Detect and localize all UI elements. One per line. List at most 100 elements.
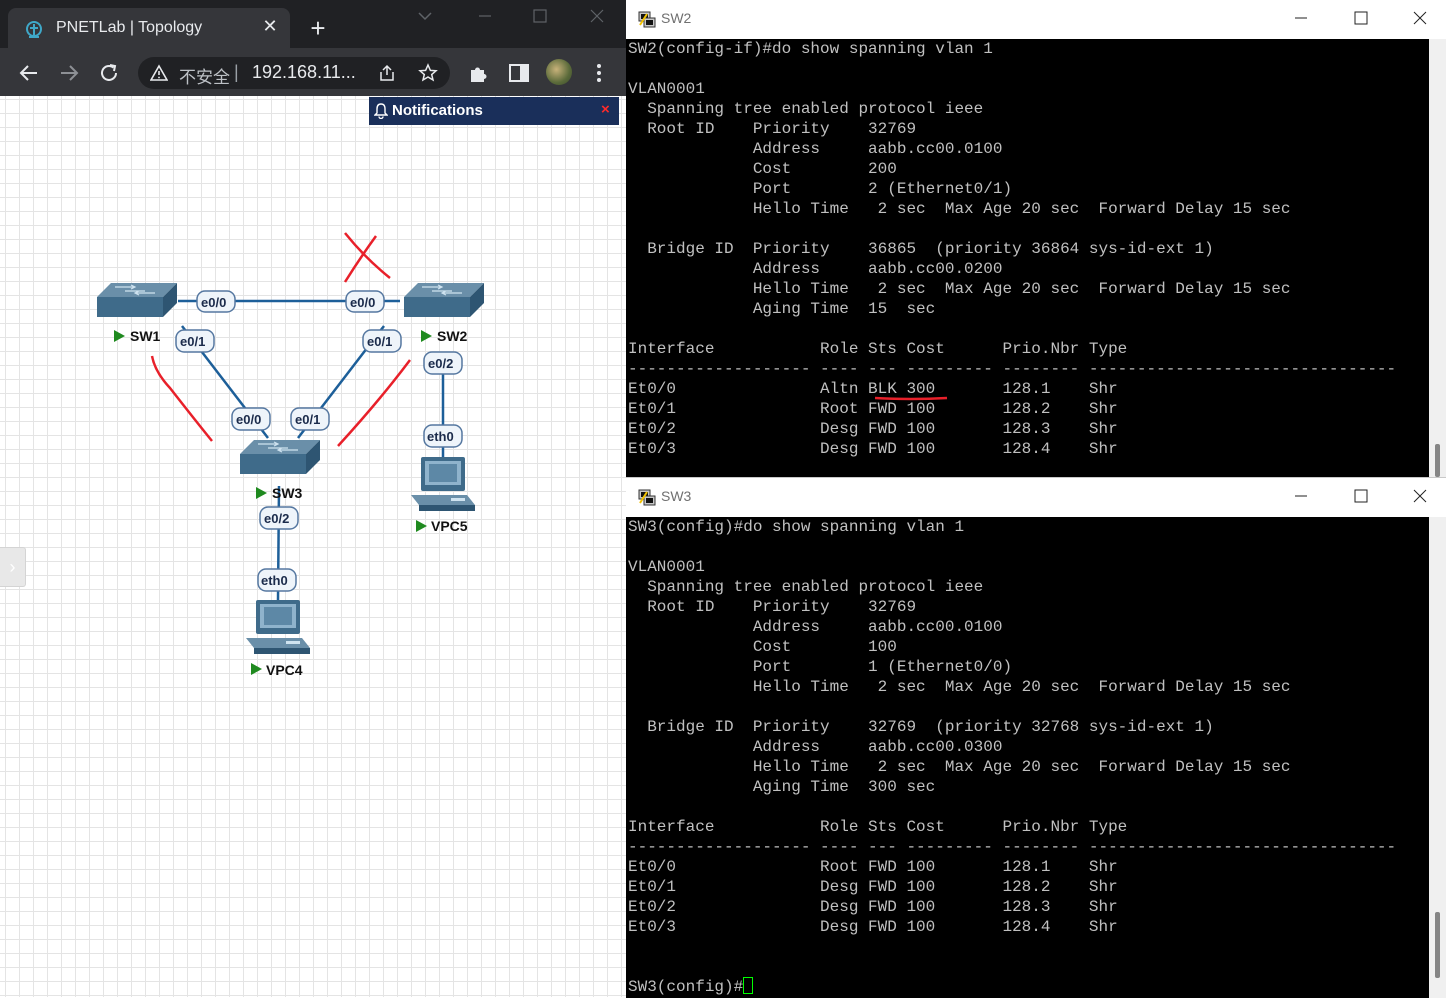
- terminal-line: Address aabb.cc00.0300: [628, 738, 1003, 756]
- terminal-line: ------------------- ---- --- --------- -…: [628, 838, 1397, 856]
- port-label-sw3-e01: e0/1: [295, 412, 320, 427]
- terminal-line: Hello Time 2 sec Max Age 20 sec Forward …: [628, 280, 1291, 298]
- notifications-title: Notifications: [392, 102, 483, 119]
- red-underline-annotation: [874, 396, 948, 401]
- terminal-line: Bridge ID Priority 32769 (priority 32768…: [628, 718, 1214, 736]
- terminal-text: SW2(config-if)#do show spanning vlan 1 V…: [628, 39, 1396, 459]
- putty-terminal-icon[interactable]: [638, 10, 656, 28]
- terminal-line: Address aabb.cc00.0100: [628, 618, 1003, 636]
- terminal-line: Et0/0 Altn BLK 300 128.1 Shr: [628, 380, 1118, 398]
- terminal-scrollbar[interactable]: [1429, 517, 1446, 998]
- terminal-line: Et0/2 Desg FWD 100 128.3 Shr: [628, 898, 1118, 916]
- running-status-icon: [421, 330, 432, 342]
- notifications-close-icon[interactable]: ×: [601, 101, 610, 118]
- terminal-title: SW3: [661, 488, 692, 504]
- putty-terminal-icon[interactable]: [638, 488, 656, 506]
- terminal-title: SW2: [661, 10, 692, 26]
- terminal-line: Spanning tree enabled protocol ieee: [628, 578, 984, 596]
- terminal-line: ------------------- ---- --- --------- -…: [628, 360, 1397, 378]
- scrollbar-thumb[interactable]: [1435, 444, 1440, 477]
- terminal-line: Et0/1 Desg FWD 100 128.2 Shr: [628, 878, 1118, 896]
- running-status-icon: [251, 663, 262, 675]
- pc-vpc5-icon[interactable]: [411, 457, 475, 511]
- port-label-sw3-e02: e0/2: [264, 511, 289, 526]
- running-status-icon: [256, 487, 267, 499]
- running-status-icon: [114, 330, 125, 342]
- node-label-sw2[interactable]: SW2: [437, 328, 468, 344]
- browser-window: PNETLab | Topology ✕ + 不安全 | 192.168.11.…: [0, 0, 626, 997]
- node-label-sw3[interactable]: SW3: [272, 485, 303, 501]
- terminal-line: Et0/2 Desg FWD 100 128.3 Shr: [628, 420, 1118, 438]
- port-label-sw2-e01: e0/1: [367, 334, 392, 349]
- terminal-line: VLAN0001: [628, 80, 705, 98]
- maximize-icon[interactable]: [1353, 10, 1369, 26]
- terminal-line: Root ID Priority 32769: [628, 120, 917, 138]
- terminal-titlebar[interactable]: SW2: [626, 0, 1446, 39]
- maximize-icon[interactable]: [1353, 488, 1369, 504]
- port-label-vpc5-eth0: eth0: [427, 429, 454, 444]
- switch-sw3-icon[interactable]: [239, 439, 321, 475]
- port-label-sw2-e02: e0/2: [428, 356, 453, 371]
- port-label-sw3-e00: e0/0: [236, 412, 261, 427]
- terminal-line: Aging Time 15 sec: [628, 300, 936, 318]
- minimize-icon[interactable]: [1293, 488, 1309, 504]
- scrollbar-thumb[interactable]: [1435, 912, 1440, 978]
- terminal-line: Bridge ID Priority 36865 (priority 36864…: [628, 240, 1214, 258]
- running-status-icon: [416, 520, 427, 532]
- terminal-window-sw2[interactable]: SW2 SW2(config-if)#do show spanning vlan…: [626, 0, 1446, 477]
- terminal-line: Cost 200: [628, 160, 897, 178]
- node-label-vpc5[interactable]: VPC5: [431, 518, 468, 534]
- topology-diagram: SW1 SW2 SW3 VPC5 VPC4 e0/0 e0/0 e0/1 e0/…: [96, 232, 485, 678]
- minimize-icon[interactable]: [1293, 10, 1309, 26]
- terminal-output[interactable]: SW3(config)#do show spanning vlan 1 VLAN…: [626, 517, 1429, 998]
- node-label-sw1[interactable]: SW1: [130, 328, 161, 344]
- pc-vpc4-icon[interactable]: [246, 600, 310, 654]
- node-label-vpc4[interactable]: VPC4: [266, 662, 303, 678]
- bell-icon: [374, 103, 388, 119]
- terminal-titlebar[interactable]: SW3: [626, 478, 1446, 517]
- red-x-stroke-2: [343, 235, 378, 283]
- terminal-line: Et0/3 Desg FWD 100 128.4 Shr: [628, 918, 1118, 936]
- port-label-sw1-e01: e0/1: [180, 334, 205, 349]
- terminal-line: Et0/1 Root FWD 100 128.2 Shr: [628, 400, 1118, 418]
- terminal-line: Hello Time 2 sec Max Age 20 sec Forward …: [628, 678, 1291, 696]
- terminal-line: SW3(config)#: [628, 977, 1396, 997]
- terminal-line: Spanning tree enabled protocol ieee: [628, 100, 984, 118]
- terminal-window-sw3[interactable]: SW3 SW3(config)#do show spanning vlan 1 …: [626, 477, 1446, 998]
- terminal-line: Interface Role Sts Cost Prio.Nbr Type: [628, 818, 1128, 836]
- terminal-cursor[interactable]: [743, 977, 754, 994]
- terminal-line: Et0/0 Root FWD 100 128.1 Shr: [628, 858, 1118, 876]
- red-path-line-left: [150, 355, 213, 442]
- port-label-vpc4-eth0: eth0: [261, 573, 288, 588]
- terminal-line: SW3(config)#do show spanning vlan 1: [628, 518, 965, 536]
- close-icon[interactable]: [1412, 488, 1428, 504]
- terminal-line: Hello Time 2 sec Max Age 20 sec Forward …: [628, 200, 1291, 218]
- terminal-text: SW3(config)#do show spanning vlan 1 VLAN…: [628, 517, 1396, 997]
- terminal-line: Aging Time 300 sec: [628, 778, 936, 796]
- terminal-line: Interface Role Sts Cost Prio.Nbr Type: [628, 340, 1128, 358]
- switch-sw1-icon[interactable]: [96, 282, 178, 318]
- port-label-sw2-e00: e0/0: [350, 295, 375, 310]
- terminal-line: Port 1 (Ethernet0/0): [628, 658, 1013, 676]
- terminal-output[interactable]: SW2(config-if)#do show spanning vlan 1 V…: [626, 39, 1429, 477]
- close-icon[interactable]: [1412, 10, 1428, 26]
- terminal-line: Address aabb.cc00.0100: [628, 140, 1003, 158]
- terminal-line: VLAN0001: [628, 558, 705, 576]
- terminal-line: Cost 100: [628, 638, 897, 656]
- terminal-line: Root ID Priority 32769: [628, 598, 917, 616]
- terminal-line: Hello Time 2 sec Max Age 20 sec Forward …: [628, 758, 1291, 776]
- terminal-line: Port 2 (Ethernet0/1): [628, 180, 1013, 198]
- terminal-scrollbar[interactable]: [1429, 39, 1446, 477]
- terminal-line: Et0/3 Desg FWD 100 128.4 Shr: [628, 440, 1118, 458]
- switch-sw2-icon[interactable]: [403, 282, 485, 318]
- notifications-panel[interactable]: Notifications ×: [369, 97, 619, 125]
- terminal-line: Address aabb.cc00.0200: [628, 260, 1003, 278]
- port-label-sw1-e00: e0/0: [201, 295, 226, 310]
